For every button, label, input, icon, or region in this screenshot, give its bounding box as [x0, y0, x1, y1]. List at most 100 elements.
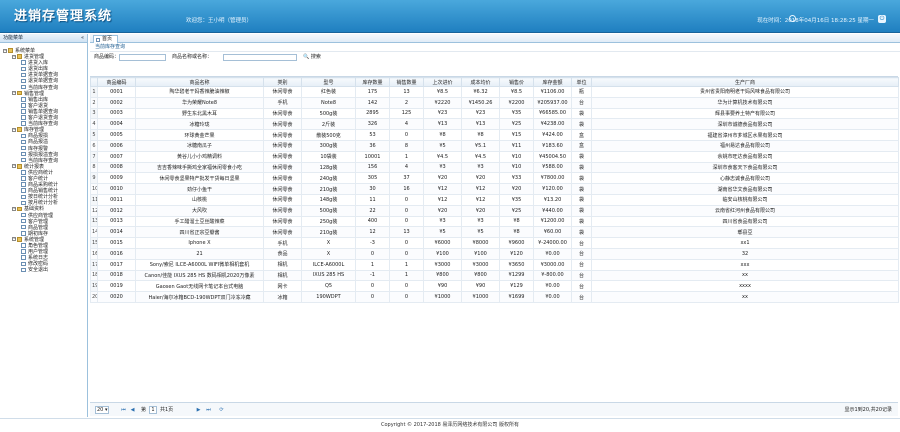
- column-header[interactable]: 商品名称: [135, 77, 264, 87]
- table-cell: 劲仔小鱼干: [135, 183, 264, 195]
- menu-label: 销售出库: [28, 96, 49, 103]
- refresh-icon[interactable]: ⟳: [218, 406, 225, 414]
- collapse-toggle-icon[interactable]: −: [12, 127, 16, 132]
- table-row[interactable]: 8 0008 吉吉香辣味手撕鸡全家福休闲零食小吃 休闲零食 128g装 156 4 ¥3 ¥3 ¥…: [90, 161, 899, 174]
- last-page-icon[interactable]: ⏭: [205, 406, 212, 414]
- table-row[interactable]: 130013手工醋溜土豆丝酸辣菜休闲零食250g装4000¥3¥3¥8¥1200…: [90, 215, 899, 228]
- column-header[interactable]: 生产厂商: [591, 77, 899, 87]
- table-cell: 冰糖玲珑: [135, 118, 264, 131]
- table-cell: 0001: [97, 86, 136, 98]
- collapse-toggle-icon[interactable]: −: [12, 91, 16, 96]
- table-cell: 休闲零食: [263, 226, 302, 239]
- table-cell: ¥4238.00: [533, 118, 572, 131]
- table-cell: 山核桃: [135, 193, 264, 206]
- table-cell: 0: [389, 204, 424, 217]
- table-row[interactable]: 120012大风吹休闲零食500g装220¥20¥20¥25¥440.00袋云南…: [90, 204, 899, 217]
- table-row[interactable]: 140014四川省正宗豆瓣酱休闲零食210g装1213¥5¥5¥8¥60.00袋…: [90, 226, 899, 239]
- table-cell: 郫县豆: [591, 226, 899, 239]
- table-row[interactable]: 110011山核桃休闲零食148g装110¥12¥12¥35¥13.20袋临安山…: [90, 193, 899, 206]
- first-page-icon[interactable]: ⏮: [120, 406, 127, 414]
- table-row[interactable]: 180018Canon/佳能 IXUS 285 HS 数码相机2020万像素相机…: [90, 269, 899, 282]
- collapse-toggle-icon[interactable]: −: [12, 237, 16, 242]
- table-row[interactable]: 4 0004 冰糖玲珑 休闲零食 2斤装 326 4 ¥13 ¥13 ¥25 ¥4238.00 袋深圳…: [90, 118, 899, 131]
- row-number: 5: [90, 129, 98, 141]
- column-header[interactable]: 库存金额: [533, 77, 572, 87]
- table-row[interactable]: 100010劲仔小鱼干休闲零食210g装3016¥12¥12¥20¥120.00…: [90, 183, 899, 195]
- table-row[interactable]: 190019Gaosen Gaot无线网卡笔记本台式电脑网卡Q500¥90¥90…: [90, 280, 899, 293]
- table-cell: ¥23: [423, 107, 462, 120]
- table-cell: 1: [389, 269, 424, 282]
- table-row[interactable]: 2 0002 华为荣耀Note8 手机 Note8 142 2 ¥2220 ¥1450.26 ¥2…: [90, 96, 899, 109]
- code-input[interactable]: [119, 54, 166, 61]
- page-icon: [21, 188, 26, 193]
- name-input[interactable]: [223, 54, 297, 61]
- column-header[interactable]: 型号: [301, 77, 356, 87]
- column-header[interactable]: 类别: [263, 77, 302, 87]
- table-cell: 210g装: [301, 183, 356, 195]
- table-cell: 台: [571, 258, 592, 271]
- column-header[interactable]: 销售价: [499, 77, 534, 87]
- collapse-toggle-icon[interactable]: −: [12, 54, 16, 59]
- table-cell: ¥35: [499, 193, 534, 206]
- table-cell: ¥3: [423, 215, 462, 228]
- table-cell: ¥4.5: [461, 150, 500, 163]
- table-cell: ¥7800.00: [533, 172, 572, 185]
- collapse-toggle-icon[interactable]: −: [3, 48, 7, 53]
- table-cell: ¥12: [461, 183, 500, 195]
- column-header[interactable]: 商品编码: [97, 77, 136, 87]
- table-cell: 210g装: [301, 226, 356, 239]
- table-row[interactable]: 150015Iphone X手机X-30¥6000¥8000¥9600¥-240…: [90, 237, 899, 249]
- tab-home[interactable]: 首页: [93, 35, 119, 43]
- folder-icon: [17, 90, 22, 96]
- table-cell: 云南省红河州食品有限公司: [591, 204, 899, 217]
- page-icon: [21, 261, 26, 267]
- table-cell: 手机: [263, 237, 302, 249]
- table-cell: xx: [591, 269, 899, 282]
- column-header[interactable]: 库存数量: [355, 77, 390, 87]
- table-cell: ¥2220: [423, 96, 462, 109]
- column-header[interactable]: 销售数量: [389, 77, 424, 87]
- search-button[interactable]: 🔍 搜索: [303, 54, 321, 61]
- table-cell: ¥1699: [499, 291, 534, 303]
- logout-icon[interactable]: ⏻: [878, 15, 886, 23]
- sidebar-title: 功能菜单: [3, 35, 24, 41]
- column-header[interactable]: 成本均价: [461, 77, 500, 87]
- table-row[interactable]: 6 0006 冰糖南瓜子 休闲零食 300g装 36 8 ¥5 ¥5.1 ¥11 ¥183.60 盒福…: [90, 139, 899, 152]
- folder-icon: [8, 48, 13, 53]
- table-cell: ¥25: [499, 118, 534, 131]
- table-cell: ¥8: [499, 226, 534, 239]
- inventory-table: 商品编码 商品名称 类别 型号 库存数量 销售数量 上次进价 成本均价 销售价 库存金额 单位 生产厂…: [90, 77, 899, 303]
- page-size-select[interactable]: 20 ▾: [95, 406, 109, 414]
- record-info: 显示1到20,共20记录: [844, 407, 893, 413]
- collapse-toggle-icon[interactable]: −: [12, 206, 16, 211]
- table-cell: 0004: [97, 118, 136, 131]
- row-number: 9: [90, 172, 98, 185]
- next-page-icon[interactable]: ▶: [195, 406, 202, 414]
- table-row[interactable]: 1 0001 陶华碧老干妈香辣脆油辣椒 休闲零食 红色装 175 13 ¥8.5 ¥6.32 ¥8…: [90, 86, 899, 98]
- table-row[interactable]: 5 0005 环球黄金芒果 休闲零食 散装500克 53 0 ¥8 ¥8 ¥15 ¥424.00 盒福…: [90, 129, 899, 141]
- table-row[interactable]: 9 0009 休闲零食坚果特产批发干货每日坚果 休闲零食 240g装 305 37 ¥20 ¥2…: [90, 172, 899, 185]
- table-cell: ¥33: [499, 172, 534, 185]
- menu-label: 当前库存查询: [28, 84, 59, 91]
- page-input[interactable]: 1: [149, 406, 157, 414]
- table-row[interactable]: 3 0003 野生东北黑木耳 休闲零食 500g装 2895 125 ¥23 ¥23 ¥35 ¥66…: [90, 107, 899, 120]
- column-header[interactable]: 上次进价: [423, 77, 462, 87]
- table-row[interactable]: 7 0007 黄谷儿小小鸡精调料 休闲零食 10袋装 10001 1 ¥4.5 ¥4.5 ¥10 ¥…: [90, 150, 899, 163]
- row-number: 15: [90, 237, 98, 249]
- footer: Copyright © 2017-2018 易泽历网络技术有限公司 版权所有: [0, 418, 900, 431]
- collapse-toggle-icon[interactable]: −: [12, 164, 16, 169]
- table-row[interactable]: 170017Sony/索尼 ILCE-A6000L WIFI微单相机套机相机IL…: [90, 258, 899, 271]
- table-row[interactable]: 16001621食品X00¥100¥100¥120¥0.00台32: [90, 247, 899, 260]
- table-cell: 冰箱: [263, 291, 302, 303]
- menu-item[interactable]: 安全退出: [0, 267, 87, 273]
- table-cell: 250g装: [301, 215, 356, 228]
- table-cell: ¥8000: [461, 237, 500, 249]
- table-cell: 125: [389, 107, 424, 120]
- prev-page-icon[interactable]: ◀: [129, 406, 136, 414]
- table-cell: 0014: [97, 226, 136, 239]
- column-header[interactable]: 单位: [571, 77, 592, 87]
- table-row[interactable]: 200020Haier/海尔冰箱BCD-190WDPT双门冷冻冷藏冰箱190WD…: [90, 291, 899, 303]
- table-cell: ¥440.00: [533, 204, 572, 217]
- table-cell: ¥205937.00: [533, 96, 572, 109]
- collapse-icon[interactable]: «: [81, 34, 84, 43]
